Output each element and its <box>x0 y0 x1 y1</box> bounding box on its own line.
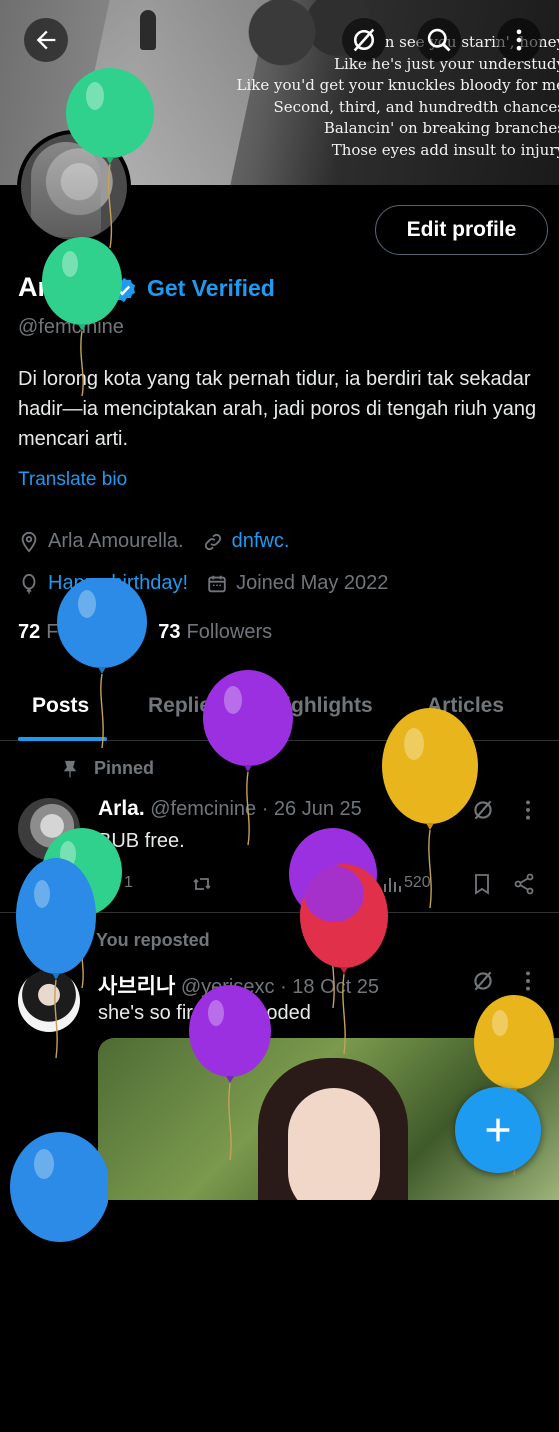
more-vertical-icon <box>505 26 533 54</box>
birthday-text: Happy birthday! <box>48 572 188 595</box>
profile-meta-row: Arla Amourella. dnfwc. <box>18 530 289 553</box>
arrow-left-icon <box>32 26 60 54</box>
more-vertical-icon[interactable] <box>515 968 541 994</box>
edit-profile-button[interactable]: Edit profile <box>375 205 548 255</box>
like-icon[interactable] <box>288 872 312 896</box>
website-link[interactable]: dnfwc. <box>232 530 290 553</box>
get-verified-link[interactable]: Get Verified <box>147 275 275 302</box>
post-date: · 26 Jun 25 <box>262 798 362 820</box>
follow-stats: 72 Following 73 Followers <box>18 621 272 644</box>
reply-count: 1 <box>124 874 133 892</box>
bookmark-icon[interactable] <box>470 872 494 896</box>
joined-date-text: Joined May 2022 <box>236 572 388 595</box>
post-text: she's so first love coded <box>98 1002 311 1025</box>
more-vertical-icon[interactable] <box>515 797 541 823</box>
profile-tabs: Posts Replies Highlights Articles <box>0 690 559 741</box>
tab-posts[interactable]: Posts <box>32 694 89 718</box>
grok-button[interactable] <box>342 18 386 62</box>
reply-icon[interactable] <box>98 872 122 896</box>
avatar-photo <box>31 142 101 237</box>
following-label: Following <box>46 621 130 643</box>
verified-badge-icon[interactable] <box>110 276 138 304</box>
balloon-decoration <box>378 708 478 1008</box>
repost-icon <box>60 929 82 951</box>
back-button[interactable] <box>24 18 68 62</box>
post-author-name[interactable]: Arla. <box>98 797 145 820</box>
following-link[interactable]: 72 Following <box>18 621 131 643</box>
repost-icon[interactable] <box>190 872 214 896</box>
search-button[interactable] <box>417 18 461 62</box>
post-header: Arla. @femcinine · 26 Jun 25 <box>98 797 362 821</box>
post-divider <box>0 912 559 913</box>
followers-label: Followers <box>187 621 273 643</box>
followers-count: 73 <box>158 621 180 643</box>
grok-icon[interactable] <box>470 968 496 994</box>
active-tab-indicator <box>18 737 107 741</box>
photo-face <box>288 1088 380 1200</box>
compose-post-button[interactable] <box>455 1087 541 1173</box>
lyric-line: Those eyes add insult to injury <box>237 140 559 162</box>
post-avatar[interactable] <box>18 970 80 1032</box>
link-icon <box>202 531 224 553</box>
plus-icon <box>481 1113 515 1147</box>
post-actions: 1 520 <box>98 872 538 898</box>
pinned-text: Pinned <box>94 758 154 779</box>
tab-articles[interactable]: Articles <box>427 694 504 718</box>
profile-bio: Di lorong kota yang tak pernah tidur, ia… <box>18 364 548 454</box>
profile-meta-row: Happy birthday! Joined May 2022 <box>18 572 388 595</box>
following-count: 72 <box>18 621 40 643</box>
pin-icon <box>60 759 80 779</box>
profile-name: Arla. <box>18 272 78 303</box>
search-icon <box>425 26 453 54</box>
post-author-handle: @femcinine <box>150 798 256 820</box>
post-author-name[interactable]: 사브리나 <box>98 975 175 998</box>
balloon-decoration <box>8 1132 108 1432</box>
followers-link[interactable]: 73 Followers <box>158 621 272 643</box>
location-text: Arla Amourella. <box>48 530 184 553</box>
post-author-handle: @yerisexc <box>181 976 275 998</box>
lyric-line: Second, third, and hundredth chances <box>237 97 559 119</box>
repost-context-text: You reposted <box>96 930 210 951</box>
tab-replies[interactable]: Replies <box>148 694 223 718</box>
profile-handle: @femcinine <box>18 316 124 339</box>
pinned-label: Pinned <box>60 758 154 779</box>
location-icon <box>18 531 40 553</box>
banner-figure <box>140 10 156 50</box>
grok-icon[interactable] <box>470 797 496 823</box>
views-count: 520 <box>404 874 431 892</box>
post-date: · 18 Oct 25 <box>280 976 379 998</box>
share-icon[interactable] <box>512 872 536 896</box>
repost-context: You reposted <box>60 929 210 951</box>
post-header: 사브리나 @yerisexc · 18 Oct 25 <box>98 970 379 1000</box>
calendar-icon <box>206 573 228 595</box>
views-icon[interactable] <box>380 872 404 896</box>
tab-highlights[interactable]: Highlights <box>270 694 373 718</box>
balloon-icon <box>18 573 40 595</box>
post-text: BUB free. <box>98 830 185 853</box>
translate-bio-link[interactable]: Translate bio <box>18 469 127 491</box>
profile-avatar[interactable] <box>17 130 131 244</box>
lyric-line: Balancin' on breaking branches <box>237 118 559 140</box>
post-avatar[interactable] <box>18 798 80 860</box>
grok-icon <box>350 26 378 54</box>
lyric-line: Like you'd get your knuckles bloody for … <box>237 75 559 97</box>
more-button[interactable] <box>497 18 541 62</box>
